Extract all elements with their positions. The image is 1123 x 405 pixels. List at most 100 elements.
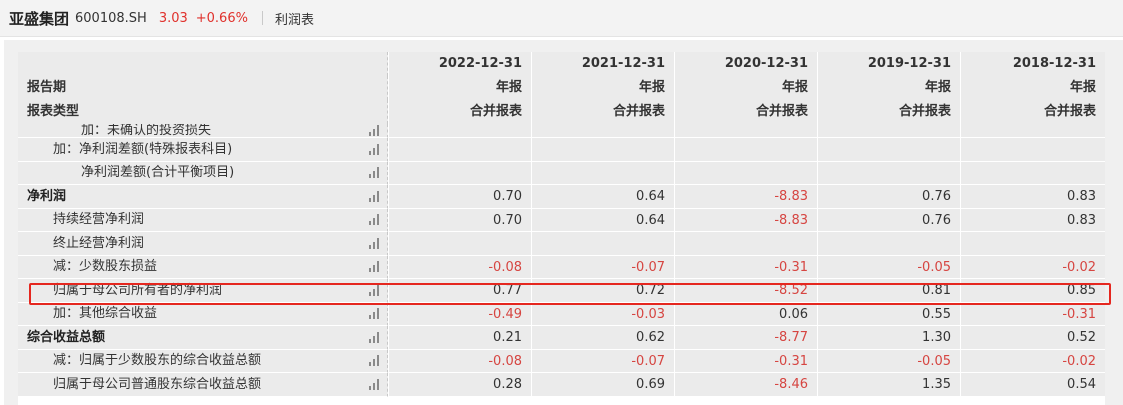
table-cell-value — [817, 232, 960, 256]
table-cell-value — [674, 124, 817, 138]
table-cell-value: 0.21 — [388, 326, 531, 350]
table-cell-value: 1.35 — [817, 373, 960, 397]
table-row-label: 净利润 — [18, 185, 388, 209]
table-row-label: 归属于母公司所有者的净利润 — [18, 279, 388, 303]
row-label-text: 减：归属于少数股东的综合收益总额 — [53, 353, 262, 368]
bar-chart-icon[interactable] — [369, 125, 379, 136]
row-label-text: 归属于母公司普通股东综合收益总额 — [53, 376, 262, 392]
table-row-label: 持续经营净利润 — [18, 208, 388, 232]
bar-chart-icon[interactable] — [369, 167, 379, 179]
table-cell-value: 0.77 — [388, 279, 531, 303]
table-cell-value: -0.08 — [388, 349, 531, 373]
period-value: 年报 — [960, 76, 1105, 100]
table-cell-value: -8.52 — [674, 279, 817, 303]
table-cell-value: 0.83 — [960, 208, 1105, 232]
table-cell-value: 0.85 — [960, 279, 1105, 303]
bar-chart-icon[interactable] — [369, 355, 379, 367]
table-row-label: 减：少数股东损益 — [18, 255, 388, 279]
row-label-text: 净利润 — [27, 188, 67, 204]
table-cell-value: -0.03 — [531, 302, 674, 326]
table-cell-value: 0.52 — [960, 326, 1105, 350]
table-cell-value: -0.49 — [388, 302, 531, 326]
table-cell-value — [388, 138, 531, 162]
bar-chart-icon[interactable] — [369, 284, 379, 296]
report-panel: 2022-12-31 2021-12-31 2020-12-31 2019-12… — [4, 40, 1123, 405]
header-corner — [18, 52, 388, 76]
table-cell-value — [960, 161, 1105, 185]
row-label-text: 加：其他综合收益 — [53, 306, 158, 321]
table-row-label: 加：净利润差额(特殊报表科目) — [18, 138, 388, 162]
column-date[interactable]: 2021-12-31 — [531, 52, 674, 76]
row-label-text: 持续经营净利润 — [53, 212, 145, 227]
table-cell-value — [817, 138, 960, 162]
table-cell-value: -0.07 — [531, 349, 674, 373]
period-value: 年报 — [817, 76, 960, 100]
table-cell-value — [531, 138, 674, 162]
report-type-title: 利润表 — [274, 12, 314, 28]
table-cell-value: -0.31 — [674, 255, 817, 279]
bar-chart-icon[interactable] — [369, 378, 379, 390]
table-cell-value — [674, 138, 817, 162]
bar-chart-icon[interactable] — [369, 308, 379, 320]
column-date[interactable]: 2022-12-31 — [388, 52, 531, 76]
table-row-label: 净利润差额(合计平衡项目) — [18, 161, 388, 185]
row-label-text: 净利润差额(合计平衡项目) — [81, 165, 235, 180]
period-value: 年报 — [674, 76, 817, 100]
table-cell-value: 0.81 — [817, 279, 960, 303]
column-date[interactable]: 2020-12-31 — [674, 52, 817, 76]
table-cell-value — [388, 161, 531, 185]
table-cell-value: -8.83 — [674, 185, 817, 209]
table-cell-value — [674, 161, 817, 185]
table-cell-value — [960, 124, 1105, 138]
bar-chart-icon[interactable] — [369, 261, 379, 273]
table-cell-value — [960, 138, 1105, 162]
bar-chart-icon[interactable] — [369, 214, 379, 226]
stock-price: 3.03 — [158, 10, 188, 26]
table-grid: 2022-12-31 2021-12-31 2020-12-31 2019-12… — [18, 52, 1105, 397]
row-label-text: 综合收益总额 — [27, 329, 106, 345]
table-row-label: 加：未确认的投资损失 — [18, 124, 388, 138]
table-cell-value — [531, 124, 674, 138]
table-cell-value — [388, 232, 531, 256]
table-cell-value — [960, 232, 1105, 256]
row-label-text: 归属于母公司所有者的净利润 — [53, 282, 223, 298]
table-cell-value: 0.83 — [960, 185, 1105, 209]
row-label-text: 加：净利润差额(特殊报表科目) — [53, 141, 233, 157]
report-type-value: 合并报表 — [817, 100, 960, 124]
table-row-label: 减：归属于少数股东的综合收益总额 — [18, 349, 388, 373]
column-date[interactable]: 2018-12-31 — [960, 52, 1105, 76]
column-date[interactable]: 2019-12-31 — [817, 52, 960, 76]
table-cell-value — [817, 161, 960, 185]
bar-chart-icon[interactable] — [369, 331, 379, 343]
table-row-label: 归属于母公司普通股东综合收益总额 — [18, 373, 388, 397]
table-cell-value: 0.76 — [817, 208, 960, 232]
company-name[interactable]: 亚盛集团 — [9, 8, 69, 29]
bar-chart-icon[interactable] — [369, 237, 379, 249]
table-cell-value: -0.31 — [960, 302, 1105, 326]
table-cell-value: 0.72 — [531, 279, 674, 303]
stock-code: 600108.SH — [75, 10, 147, 26]
table-cell-value: -0.31 — [674, 349, 817, 373]
table-cell-value: 0.76 — [817, 185, 960, 209]
period-value: 年报 — [388, 76, 531, 100]
table-cell-value — [531, 161, 674, 185]
table-cell-value: -0.08 — [388, 255, 531, 279]
table-cell-value: -8.77 — [674, 326, 817, 350]
table-cell-value: 1.30 — [817, 326, 960, 350]
table-cell-value: 0.64 — [531, 185, 674, 209]
income-statement-table[interactable]: 2022-12-31 2021-12-31 2020-12-31 2019-12… — [18, 52, 1105, 405]
table-cell-value: 0.69 — [531, 373, 674, 397]
table-row-label: 加：其他综合收益 — [18, 302, 388, 326]
table-cell-value: -0.07 — [531, 255, 674, 279]
report-type-value: 合并报表 — [674, 100, 817, 124]
table-cell-value — [674, 232, 817, 256]
table-cell-value: -0.02 — [960, 349, 1105, 373]
report-type-value: 合并报表 — [531, 100, 674, 124]
report-type-label: 报表类型 — [18, 100, 388, 124]
table-cell-value — [531, 232, 674, 256]
table-cell-value: 0.70 — [388, 185, 531, 209]
bar-chart-icon[interactable] — [369, 143, 379, 155]
table-cell-value: -8.46 — [674, 373, 817, 397]
bar-chart-icon[interactable] — [369, 190, 379, 202]
row-label-text: 终止经营净利润 — [53, 235, 145, 251]
